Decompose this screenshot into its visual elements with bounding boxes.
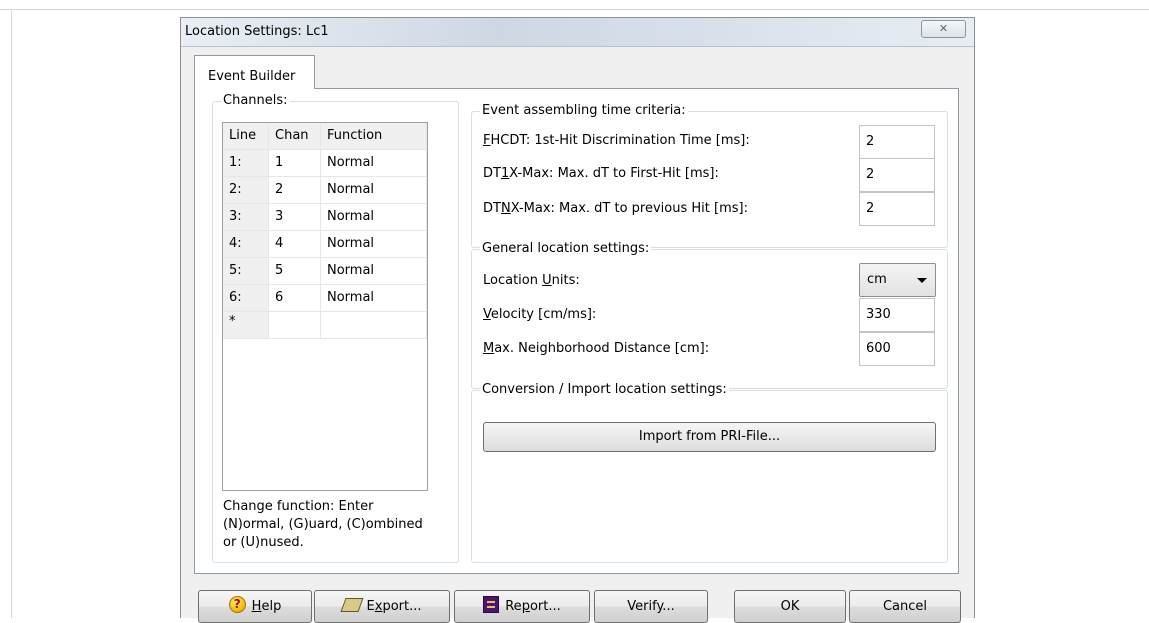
column-header-chan[interactable]: Chan	[269, 123, 321, 150]
fhcdt-label: FHCDT: 1st-Hit Discrimination Time [ms]:	[483, 133, 750, 148]
new-row[interactable]: *	[223, 312, 427, 339]
chan-cell[interactable]: 1	[269, 150, 321, 177]
row-header[interactable]: 2:	[223, 177, 269, 204]
tab-event-builder[interactable]: Event Builder	[194, 55, 315, 89]
chevron-down-icon	[917, 278, 927, 283]
function-cell[interactable]: Normal	[321, 285, 427, 312]
channels-grid[interactable]: Line Chan Function 1: 1 Normal 2: 2 Norm…	[222, 122, 428, 491]
report-button[interactable]: Report...	[454, 590, 590, 623]
table-row[interactable]: 5: 5 Normal	[223, 258, 427, 285]
velocity-field[interactable]: 330	[859, 298, 935, 332]
dt1x-field[interactable]: 2	[859, 158, 935, 192]
column-header-function[interactable]: Function	[321, 123, 427, 150]
hint-line: Change function: Enter	[223, 499, 374, 514]
function-cell[interactable]: Normal	[321, 204, 427, 231]
conversion-import-group-label: Conversion / Import location settings:	[480, 382, 729, 397]
location-units-value: cm	[867, 272, 887, 287]
time-criteria-group-label: Event assembling time criteria:	[480, 103, 688, 118]
change-function-hint: Change function: Enter (N)ormal, (G)uard…	[223, 498, 453, 552]
location-settings-dialog: Location Settings: Lc1 ✕ Event Builder C…	[180, 17, 975, 623]
hint-line: (N)ormal, (G)uard, (C)ombined	[223, 517, 423, 532]
fhcdt-field[interactable]: 2	[859, 125, 935, 159]
dt1x-label: DT1X-Max: Max. dT to First-Hit [ms]:	[483, 166, 719, 181]
function-cell[interactable]: Normal	[321, 231, 427, 258]
export-icon	[339, 597, 364, 612]
row-header[interactable]: 6:	[223, 285, 269, 312]
location-units-select[interactable]: cm	[859, 263, 936, 297]
chan-cell[interactable]: 4	[269, 231, 321, 258]
dtnx-field[interactable]: 2	[859, 192, 935, 226]
function-cell[interactable]: Normal	[321, 150, 427, 177]
new-row-marker[interactable]: *	[223, 312, 269, 339]
channels-group-label: Channels:	[221, 93, 290, 108]
row-header[interactable]: 5:	[223, 258, 269, 285]
chan-cell[interactable]	[269, 312, 321, 339]
ok-button[interactable]: OK	[734, 590, 846, 623]
hint-line: or (U)nused.	[223, 535, 304, 550]
title-bar[interactable]: Location Settings: Lc1 ✕	[181, 18, 974, 47]
table-row[interactable]: 6: 6 Normal	[223, 285, 427, 312]
function-cell[interactable]	[321, 312, 427, 339]
close-button[interactable]: ✕	[921, 20, 966, 38]
help-button[interactable]: ? Help	[198, 590, 312, 623]
verify-button[interactable]: Verify...	[594, 590, 708, 623]
chan-cell[interactable]: 6	[269, 285, 321, 312]
chan-cell[interactable]: 2	[269, 177, 321, 204]
general-settings-group-label: General location settings:	[480, 241, 652, 256]
page-divider-left	[11, 9, 12, 618]
chan-cell[interactable]: 5	[269, 258, 321, 285]
help-icon: ?	[228, 596, 246, 613]
cancel-button[interactable]: Cancel	[849, 590, 961, 623]
row-header[interactable]: 4:	[223, 231, 269, 258]
page-divider-top	[0, 9, 1149, 10]
table-row[interactable]: 4: 4 Normal	[223, 231, 427, 258]
chan-cell[interactable]: 3	[269, 204, 321, 231]
import-pri-file-button[interactable]: Import from PRI-File...	[483, 422, 936, 452]
location-units-label: Location Units:	[483, 273, 580, 288]
close-icon: ✕	[938, 22, 949, 35]
velocity-label: Velocity [cm/ms]:	[483, 307, 597, 322]
column-header-line[interactable]: Line	[223, 123, 269, 150]
function-cell[interactable]: Normal	[321, 258, 427, 285]
row-header[interactable]: 3:	[223, 204, 269, 231]
table-row[interactable]: 1: 1 Normal	[223, 150, 427, 177]
function-cell[interactable]: Normal	[321, 177, 427, 204]
conversion-import-group: Conversion / Import location settings:	[471, 382, 948, 563]
dtnx-label: DTNX-Max: Max. dT to previous Hit [ms]:	[483, 201, 748, 216]
row-header[interactable]: 1:	[223, 150, 269, 177]
neighborhood-distance-label: Max. Neighborhood Distance [cm]:	[483, 341, 710, 356]
neighborhood-distance-field[interactable]: 600	[859, 332, 935, 366]
table-row[interactable]: 3: 3 Normal	[223, 204, 427, 231]
tab-label: Event Builder	[208, 69, 296, 84]
grid-header-row: Line Chan Function	[223, 123, 427, 150]
export-button[interactable]: Export...	[314, 590, 450, 623]
report-icon	[483, 596, 500, 613]
table-row[interactable]: 2: 2 Normal	[223, 177, 427, 204]
window-title: Location Settings: Lc1	[185, 24, 329, 39]
